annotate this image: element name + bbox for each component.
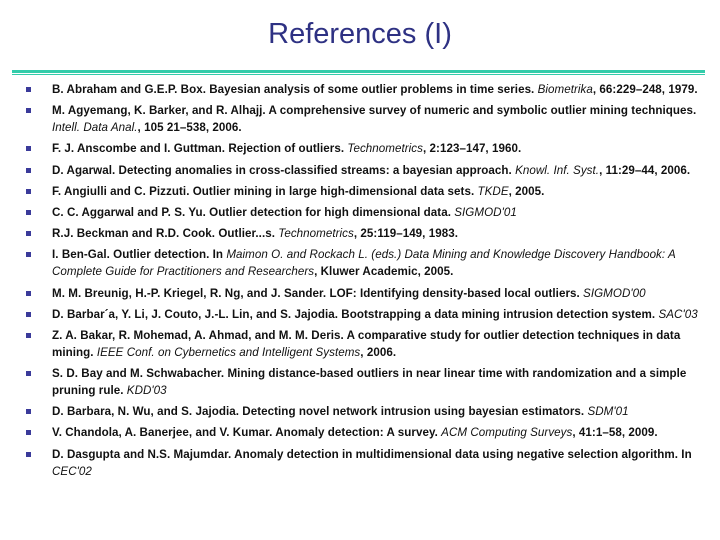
reference-details: , 2:123–147, 1960. xyxy=(423,142,522,156)
square-bullet-icon xyxy=(26,311,31,317)
square-bullet-icon xyxy=(26,332,31,338)
reference-details: , 66:229–248, 1979. xyxy=(592,83,698,96)
reference-venue: IEEE Conf. on Cybernetics and Intelligen… xyxy=(96,345,361,359)
reference-authors-title: F. Angiulli and C. Pizzuti. Outlier mini… xyxy=(52,184,478,198)
reference-item: R.J. Beckman and R.D. Cook. Outlier...s.… xyxy=(0,225,720,242)
reference-venue: Technometrics xyxy=(347,142,423,156)
reference-authors-title: D. Agarwal. Detecting anomalies in cross… xyxy=(52,163,516,177)
reference-venue: Knowl. Inf. Syst. xyxy=(515,163,600,177)
reference-venue: Technometrics xyxy=(278,227,354,241)
reference-item: Z. A. Bakar, R. Mohemad, A. Ahmad, and M… xyxy=(0,327,720,361)
reference-list: B. Abraham and G.E.P. Box. Bayesian anal… xyxy=(0,81,720,484)
reference-authors-title: D. Barbar´a, Y. Li, J. Couto, J.-L. Lin,… xyxy=(52,307,659,321)
reference-details: , Kluwer Academic, 2005. xyxy=(314,265,454,279)
reference-authors-title: B. Abraham and G.E.P. Box. Bayesian anal… xyxy=(52,83,538,96)
reference-venue: SIGMOD'01 xyxy=(454,205,517,219)
reference-details: , 11:29–44, 2006. xyxy=(599,163,691,177)
square-bullet-icon xyxy=(26,108,31,114)
reference-authors-title: M. Agyemang, K. Barker, and R. Alhajj. A… xyxy=(52,104,697,118)
reference-authors-title: D. Dasgupta and N.S. Majumdar. Anomaly d… xyxy=(52,447,692,461)
square-bullet-icon xyxy=(26,231,31,237)
reference-item: M. M. Breunig, H.-P. Kriegel, R. Ng, and… xyxy=(0,285,720,302)
reference-details: , 2005. xyxy=(508,184,545,198)
reference-venue: KDD'03 xyxy=(126,384,167,398)
reference-details: , 25:119–149, 1983. xyxy=(353,227,458,241)
reference-venue: SAC'03 xyxy=(658,307,698,321)
reference-authors-title: M. M. Breunig, H.-P. Kriegel, R. Ng, and… xyxy=(52,286,584,300)
reference-venue: Intell. Data Anal. xyxy=(52,121,138,135)
square-bullet-icon xyxy=(26,146,31,152)
reference-item: D. Agarwal. Detecting anomalies in cross… xyxy=(0,162,720,179)
reference-item: C. C. Aggarwal and P. S. Yu. Outlier det… xyxy=(0,204,720,221)
reference-details: , 2006. xyxy=(360,345,397,359)
reference-venue: CEC'02 xyxy=(52,464,92,478)
reference-authors-title: R.J. Beckman and R.D. Cook. Outlier...s. xyxy=(52,227,279,241)
reference-venue: Biometrika xyxy=(537,83,593,96)
divider-thick-line xyxy=(12,70,705,73)
square-bullet-icon xyxy=(26,371,31,377)
reference-item: I. Ben-Gal. Outlier detection. In Maimon… xyxy=(0,246,720,280)
reference-venue: ACM Computing Surveys xyxy=(441,426,573,440)
reference-details: , 41:1–58, 2009. xyxy=(572,426,658,440)
reference-item: D. Barbar´a, Y. Li, J. Couto, J.-L. Lin,… xyxy=(0,306,720,323)
square-bullet-icon xyxy=(26,409,31,415)
reference-item: B. Abraham and G.E.P. Box. Bayesian anal… xyxy=(0,81,720,98)
square-bullet-icon xyxy=(26,451,31,457)
reference-item: D. Barbara, N. Wu, and S. Jajodia. Detec… xyxy=(0,403,720,420)
reference-item: V. Chandola, A. Banerjee, and V. Kumar. … xyxy=(0,424,720,441)
reference-authors-title: I. Ben-Gal. Outlier detection. In xyxy=(52,248,227,262)
reference-authors-title: D. Barbara, N. Wu, and S. Jajodia. Detec… xyxy=(52,405,588,419)
divider-thin-line xyxy=(12,74,705,75)
square-bullet-icon xyxy=(26,209,31,215)
reference-authors-title: C. C. Aggarwal and P. S. Yu. Outlier det… xyxy=(52,205,455,219)
square-bullet-icon xyxy=(26,430,31,436)
reference-venue: TKDE xyxy=(477,184,509,198)
title-divider xyxy=(12,70,705,75)
reference-venue: SIGMOD'00 xyxy=(583,286,646,300)
slide-title: References (I) xyxy=(268,18,452,50)
reference-details: , 105 21–538, 2006. xyxy=(137,121,242,135)
reference-venue: SDM'01 xyxy=(587,405,629,419)
square-bullet-icon xyxy=(26,87,31,92)
reference-authors-title: F. J. Anscombe and I. Guttman. Rejection… xyxy=(52,142,348,156)
reference-authors-title: V. Chandola, A. Banerjee, and V. Kumar. … xyxy=(52,426,442,440)
square-bullet-icon xyxy=(26,188,31,194)
reference-item: F. J. Anscombe and I. Guttman. Rejection… xyxy=(0,140,720,157)
square-bullet-icon xyxy=(26,252,31,258)
square-bullet-icon xyxy=(26,167,31,173)
reference-item: S. D. Bay and M. Schwabacher. Mining dis… xyxy=(0,365,720,399)
reference-item: M. Agyemang, K. Barker, and R. Alhajj. A… xyxy=(0,102,720,136)
square-bullet-icon xyxy=(26,290,31,296)
reference-item: F. Angiulli and C. Pizzuti. Outlier mini… xyxy=(0,183,720,200)
reference-item: D. Dasgupta and N.S. Majumdar. Anomaly d… xyxy=(0,446,720,480)
